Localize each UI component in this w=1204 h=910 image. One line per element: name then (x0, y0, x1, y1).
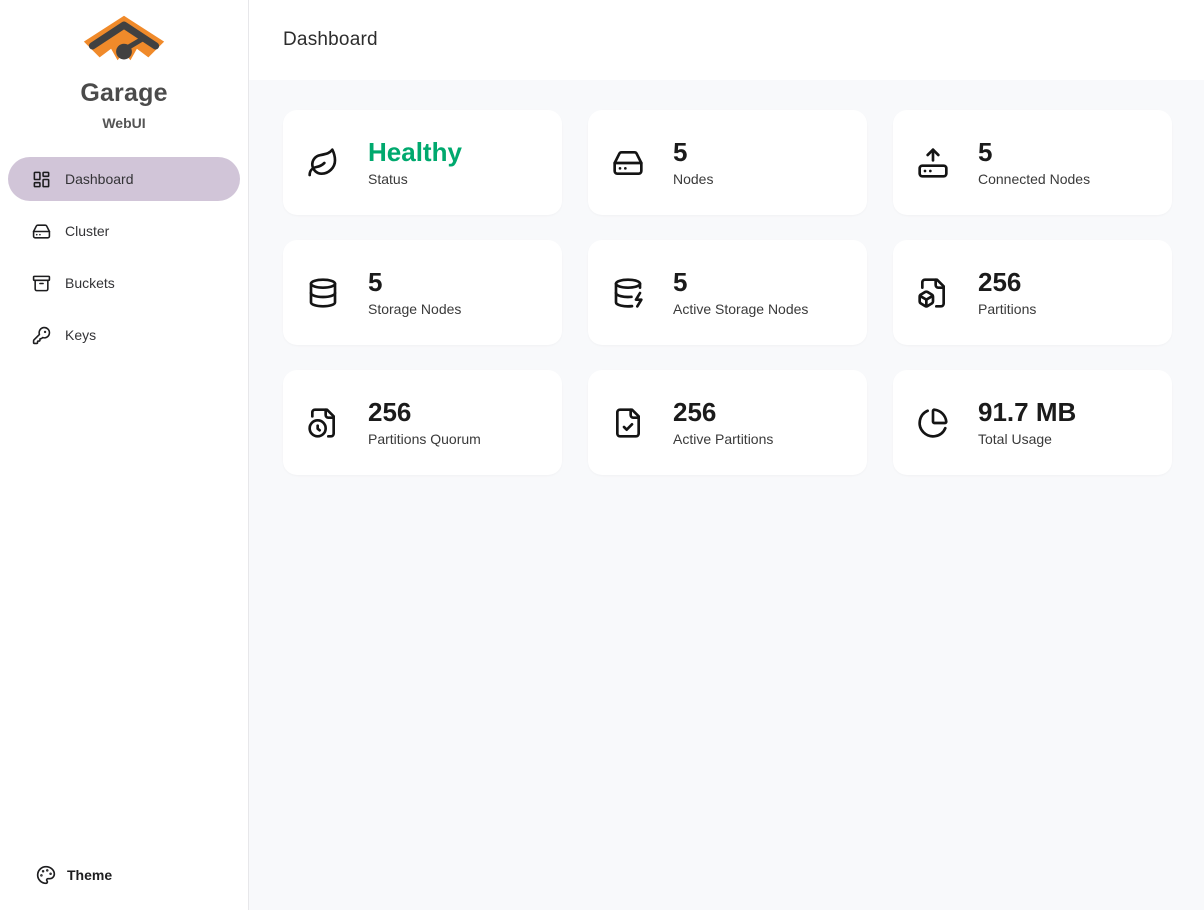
page-title: Dashboard (283, 29, 378, 51)
card-value: 91.7 MB (978, 398, 1076, 427)
archive-icon (32, 274, 51, 293)
sidebar-item-label: Cluster (65, 223, 109, 239)
leaf-icon (307, 147, 339, 179)
sidebar-footer: Theme (0, 854, 248, 910)
card-label: Nodes (673, 171, 713, 187)
card-label: Storage Nodes (368, 301, 461, 317)
card-active-partitions: 256 Active Partitions (588, 370, 867, 475)
logo-title: Garage (0, 79, 248, 108)
card-value: 256 (978, 268, 1036, 297)
card-value: 256 (368, 398, 481, 427)
main-area: Dashboard Healthy Status (249, 0, 1204, 910)
sidebar-item-dashboard[interactable]: Dashboard (8, 157, 240, 201)
app: Garage WebUI Dashboard Cluster Bucket (0, 0, 1204, 910)
database-zap-icon (612, 277, 644, 309)
pie-chart-icon (917, 407, 949, 439)
card-value: 256 (673, 398, 773, 427)
logo-subtitle: WebUI (0, 115, 248, 131)
key-icon (32, 326, 51, 345)
sidebar-item-cluster[interactable]: Cluster (8, 209, 240, 253)
file-check-icon (612, 407, 644, 439)
theme-label: Theme (67, 867, 112, 883)
sidebar-item-label: Buckets (65, 275, 115, 291)
page-header: Dashboard (249, 0, 1204, 80)
card-storage-nodes: 5 Storage Nodes (283, 240, 562, 345)
card-label: Connected Nodes (978, 171, 1090, 187)
card-value: 5 (978, 138, 1090, 167)
card-active-storage-nodes: 5 Active Storage Nodes (588, 240, 867, 345)
database-icon (307, 277, 339, 309)
card-label: Partitions Quorum (368, 431, 481, 447)
garage-logo-icon (81, 14, 167, 72)
sidebar-item-label: Dashboard (65, 171, 134, 187)
card-value: 5 (368, 268, 461, 297)
card-label: Active Partitions (673, 431, 773, 447)
card-label: Status (368, 171, 462, 187)
card-partitions-quorum: 256 Partitions Quorum (283, 370, 562, 475)
card-label: Total Usage (978, 431, 1076, 447)
card-nodes: 5 Nodes (588, 110, 867, 215)
card-partitions: 256 Partitions (893, 240, 1172, 345)
stats-grid: Healthy Status 5 Nodes (283, 110, 1172, 475)
hard-drive-upload-icon (917, 147, 949, 179)
sidebar-item-keys[interactable]: Keys (8, 313, 240, 357)
sidebar-item-buckets[interactable]: Buckets (8, 261, 240, 305)
card-connected-nodes: 5 Connected Nodes (893, 110, 1172, 215)
logo-block: Garage WebUI (0, 0, 248, 131)
card-status: Healthy Status (283, 110, 562, 215)
sidebar-nav: Dashboard Cluster Buckets Keys (0, 157, 248, 357)
file-clock-icon (307, 407, 339, 439)
palette-icon (36, 865, 56, 885)
hard-drive-icon (32, 222, 51, 241)
hard-drive-icon (612, 147, 644, 179)
card-value: Healthy (368, 138, 462, 167)
card-value: 5 (673, 138, 713, 167)
layout-dashboard-icon (32, 170, 51, 189)
content: Healthy Status 5 Nodes (249, 80, 1204, 910)
sidebar-item-label: Keys (65, 327, 96, 343)
file-box-icon (917, 277, 949, 309)
card-label: Partitions (978, 301, 1036, 317)
card-value: 5 (673, 268, 808, 297)
card-total-usage: 91.7 MB Total Usage (893, 370, 1172, 475)
theme-button[interactable]: Theme (8, 854, 240, 896)
card-label: Active Storage Nodes (673, 301, 808, 317)
sidebar: Garage WebUI Dashboard Cluster Bucket (0, 0, 249, 910)
